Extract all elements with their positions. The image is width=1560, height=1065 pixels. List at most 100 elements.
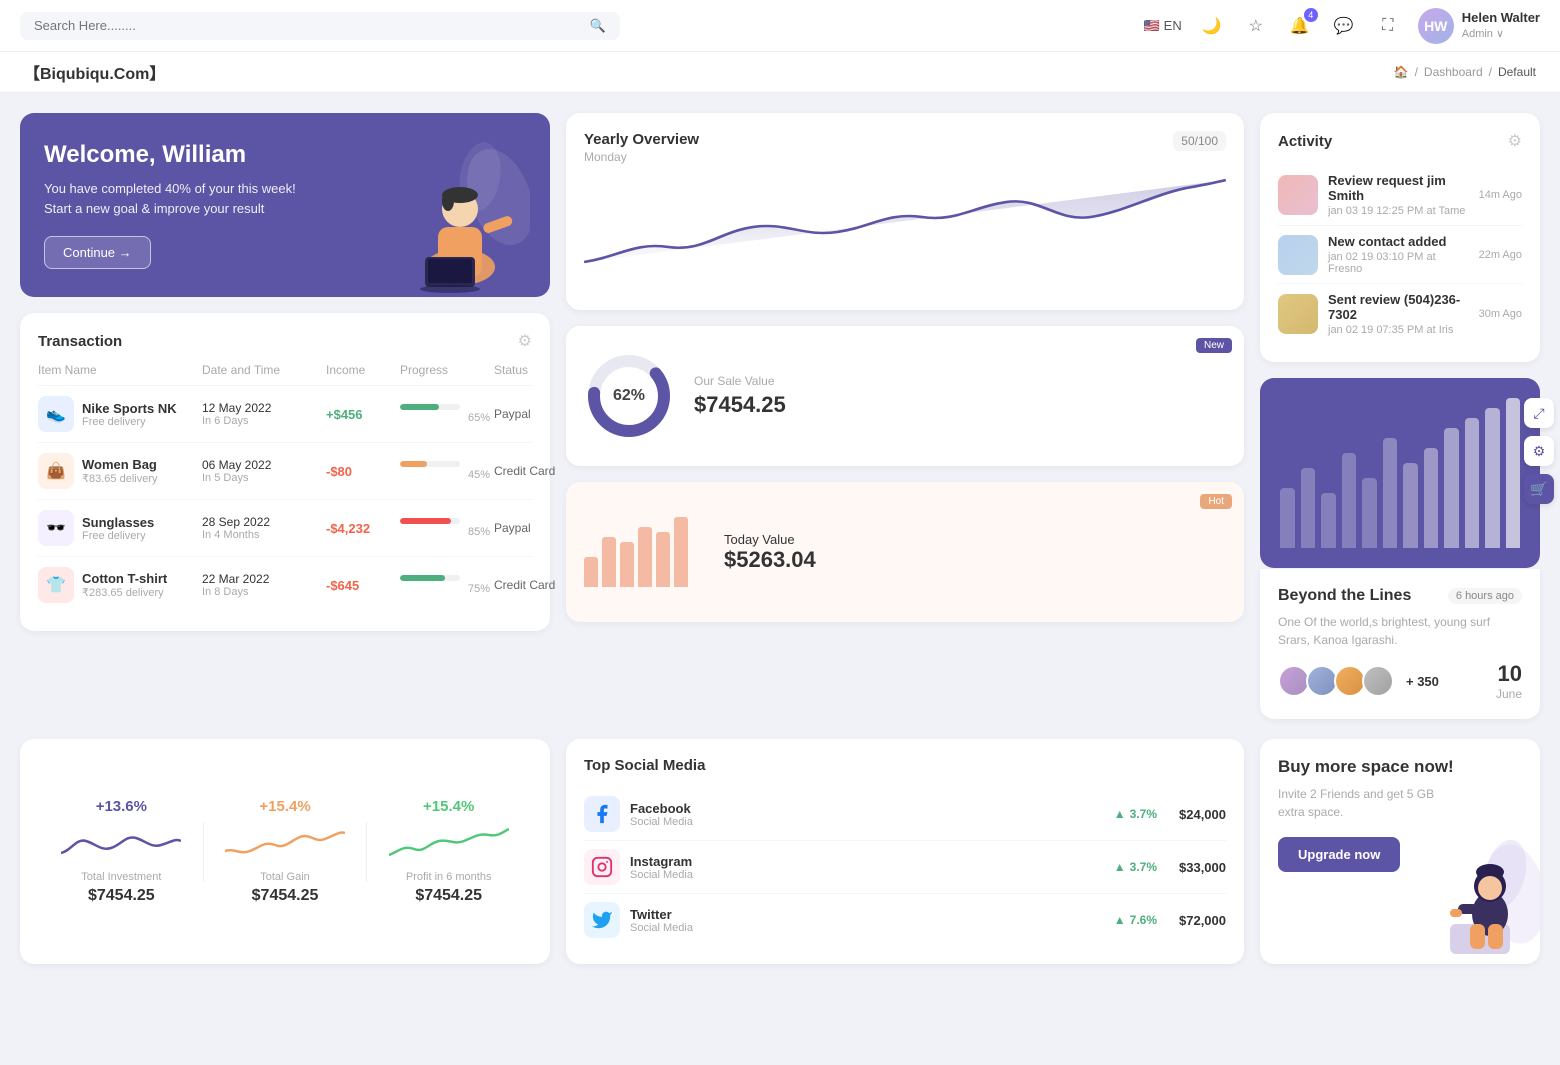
big-chart-card (1260, 378, 1540, 568)
activity-card: Activity ⚙ Review request jim Smith jan … (1260, 113, 1540, 362)
hot-badge: Hot (1200, 494, 1232, 509)
yearly-chart (584, 172, 1226, 292)
search-input[interactable] (34, 18, 582, 33)
twitter-icon (584, 902, 620, 938)
chart-action-2[interactable]: ⚙ (1524, 436, 1554, 466)
stat-label-investment: Total Investment (40, 871, 203, 883)
item-name: Nike Sports NK (82, 401, 177, 416)
sparkline-profit (389, 823, 509, 863)
upgrade-button[interactable]: Upgrade now (1278, 837, 1400, 872)
activity-item-title: Sent review (504)236-7302 (1328, 292, 1469, 322)
transaction-settings-icon[interactable]: ⚙ (518, 331, 532, 351)
date-badge: 10 June (1496, 661, 1522, 701)
sale-value: $7454.25 (694, 392, 786, 418)
item-icon: 🕶️ (38, 510, 74, 546)
buy-space-card: Buy more space now! Invite 2 Friends and… (1260, 739, 1540, 964)
activity-time: 22m Ago (1479, 249, 1522, 261)
activity-item-title: New contact added (1328, 234, 1469, 249)
activity-item-title: Review request jim Smith (1328, 173, 1469, 203)
time-ago: 6 hours ago (1448, 588, 1522, 604)
chart-action-1[interactable]: ⤢ (1524, 398, 1554, 428)
cart-icon[interactable]: 🛒 (1524, 474, 1554, 504)
activity-item-sub: jan 03 19 12:25 PM at Tame (1328, 205, 1469, 217)
stat-value-profit: $7454.25 (367, 887, 530, 905)
activity-time: 30m Ago (1479, 308, 1522, 320)
transaction-title: Transaction (38, 333, 122, 350)
right-column: Activity ⚙ Review request jim Smith jan … (1260, 113, 1540, 719)
breadcrumb: 🏠 / Dashboard / Default (1394, 65, 1536, 79)
user-menu[interactable]: HW Helen Walter Admin ∨ (1418, 8, 1540, 44)
yearly-overview-card: Yearly Overview Monday 50/100 (566, 113, 1244, 310)
social-media-card: Top Social Media Facebook Social Media ▲… (566, 739, 1244, 964)
item-icon: 👕 (38, 567, 74, 603)
stat-label-gain: Total Gain (204, 871, 367, 883)
social-row-instagram: Instagram Social Media ▲ 3.7% $33,000 (584, 841, 1226, 894)
transaction-card: Transaction ⚙ Item Name Date and Time In… (20, 313, 550, 631)
flag-icon: 🇺🇸 (1143, 18, 1159, 34)
buy-illustration (1420, 824, 1540, 964)
sale-info: Our Sale Value $7454.25 (694, 374, 786, 418)
activity-time: 14m Ago (1479, 189, 1522, 201)
continue-button[interactable]: Continue → (44, 236, 151, 269)
subheader: 【Biqubiqu.Com】 🏠 / Dashboard / Default (0, 52, 1560, 93)
sale-title: Our Sale Value (694, 374, 786, 388)
stat-label-profit: Profit in 6 months (367, 871, 530, 883)
sale-value-card: New 62% Our Sale Value $7454.25 (566, 326, 1244, 466)
col-progress: Progress (400, 363, 490, 377)
big-chart-section: ⤢ ⚙ 🛒 Beyond the Lines 6 hours ago One O… (1260, 378, 1540, 719)
activity-item: Review request jim Smith jan 03 19 12:25… (1278, 165, 1522, 226)
topnav: 🔍 🇺🇸 EN 🌙 ☆ 🔔 4 💬 ⛶ HW Helen Walter Admi… (0, 0, 1560, 52)
yearly-title: Yearly Overview (584, 131, 699, 148)
lang-label: EN (1164, 18, 1182, 33)
welcome-illustration (370, 137, 530, 297)
brand-title: 【Biqubiqu.Com】 (24, 60, 165, 84)
bookmark-icon[interactable]: ☆ (1242, 12, 1270, 40)
sparkline-investment (61, 823, 181, 863)
col-income: Income (326, 363, 396, 377)
beyond-title: Beyond the Lines (1278, 587, 1411, 605)
dark-mode-toggle[interactable]: 🌙 (1198, 12, 1226, 40)
social-row-facebook: Facebook Social Media ▲ 3.7% $24,000 (584, 788, 1226, 841)
activity-thumb (1278, 294, 1318, 334)
activity-thumb (1278, 235, 1318, 275)
instagram-icon (584, 849, 620, 885)
left-column: Welcome, William You have completed 40% … (20, 113, 550, 719)
activity-thumb (1278, 175, 1318, 215)
mid-column: Yearly Overview Monday 50/100 (566, 113, 1244, 719)
language-selector[interactable]: 🇺🇸 EN (1143, 18, 1181, 34)
donut-percent: 62% (613, 387, 645, 405)
search-bar[interactable]: 🔍 (20, 12, 620, 40)
activity-settings-icon[interactable]: ⚙ (1508, 131, 1522, 151)
activity-item-sub: jan 02 19 03:10 PM at Fresno (1328, 251, 1469, 275)
activity-item-sub: jan 02 19 07:35 PM at Iris (1328, 324, 1469, 336)
chart-actions: ⤢ ⚙ 🛒 (1524, 398, 1554, 504)
table-row: 👟 Nike Sports NKFree delivery 12 May 202… (38, 386, 532, 443)
expand-icon[interactable]: ⛶ (1374, 12, 1402, 40)
item-icon: 👟 (38, 396, 74, 432)
main-grid: Welcome, William You have completed 40% … (0, 93, 1560, 739)
notifications-icon[interactable]: 🔔 4 (1286, 12, 1314, 40)
today-bar-chart (584, 517, 688, 587)
activity-item: Sent review (504)236-7302 jan 02 19 07:3… (1278, 284, 1522, 344)
beyond-card: Beyond the Lines 6 hours ago One Of the … (1260, 568, 1540, 719)
col-status: Status (494, 363, 574, 377)
welcome-card: Welcome, William You have completed 40% … (20, 113, 550, 297)
bottom-grid: +13.6% Total Investment $7454.25 +15.4% … (0, 739, 1560, 984)
social-title: Top Social Media (584, 757, 1226, 774)
welcome-subtitle: You have completed 40% of your this week… (44, 179, 304, 218)
col-item-name: Item Name (38, 363, 198, 377)
table-row: 👜 Women Bag₹83.65 delivery 06 May 2022In… (38, 443, 532, 500)
breadcrumb-dashboard[interactable]: Dashboard (1424, 65, 1483, 79)
avatars-row: + 350 10 June (1278, 661, 1522, 701)
chat-icon[interactable]: 💬 (1330, 12, 1358, 40)
date-number: 10 (1496, 661, 1522, 687)
date-month: June (1496, 687, 1522, 701)
big-bar-chart (1280, 398, 1520, 548)
col-date: Date and Time (202, 363, 322, 377)
yearly-subtitle: Monday (584, 150, 699, 164)
new-badge: New (1196, 338, 1232, 353)
social-row-twitter: Twitter Social Media ▲ 7.6% $72,000 (584, 894, 1226, 946)
search-icon: 🔍 (590, 18, 606, 34)
item-icon: 👜 (38, 453, 74, 489)
avatar-4 (1362, 665, 1394, 697)
